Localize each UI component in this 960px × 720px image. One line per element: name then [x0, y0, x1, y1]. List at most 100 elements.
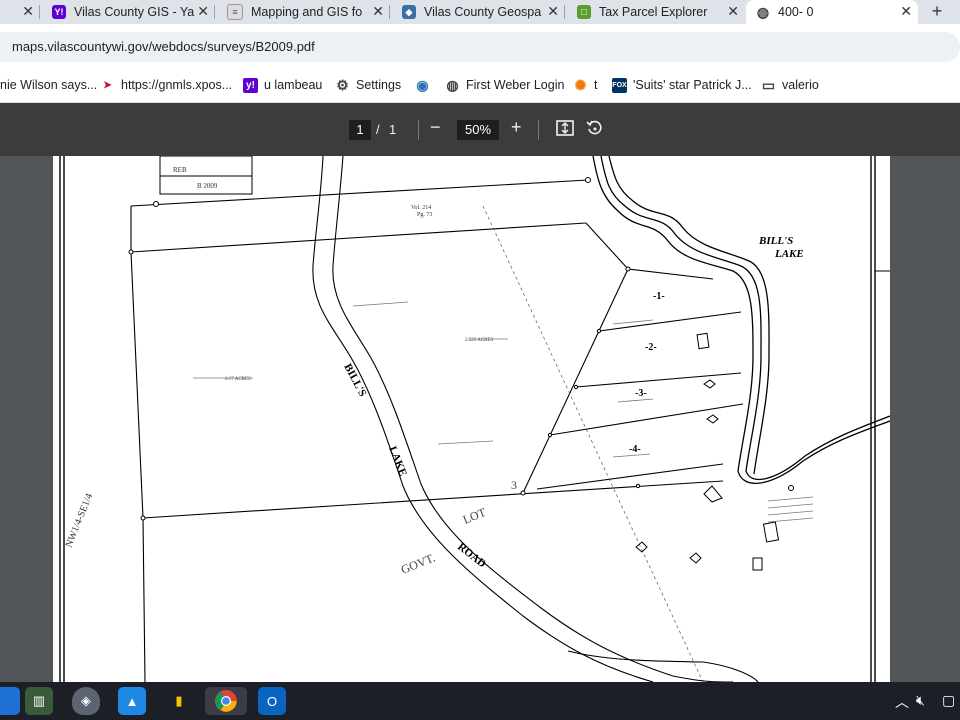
tab-label: Tax Parcel Explorer — [599, 5, 708, 19]
bookmark-label: Settings — [356, 78, 402, 92]
lot-label: LOT — [461, 505, 488, 527]
photos-icon[interactable]: ▲ — [118, 687, 146, 715]
county-seal-icon: ◆ — [402, 5, 416, 19]
fit-to-page-icon[interactable] — [556, 119, 574, 141]
yahoo-icon: Y! — [52, 5, 66, 19]
bookmark-label: First Weber Login — [466, 78, 565, 92]
bookmark-label: nie Wilson says... — [0, 78, 98, 92]
bookmark-wilson[interactable]: nie Wilson says... — [0, 75, 97, 95]
chrome-icon[interactable] — [205, 687, 247, 715]
survey-map-drawing: REB B 2009 BILL'S LAKE BILL'S LAKE ROAD … — [59, 156, 890, 682]
survey-points — [128, 177, 794, 521]
url-text[interactable]: maps.vilascountywi.gov/webdocs/surveys/B… — [12, 39, 315, 54]
pdf-page: REB B 2009 BILL'S LAKE BILL'S LAKE ROAD … — [53, 156, 890, 682]
toolbar-divider — [538, 120, 539, 140]
flag-icon: ➤ — [103, 79, 112, 91]
close-icon[interactable]: ✕ — [372, 3, 384, 20]
bookmark-label: https://gnmls.xpos... — [121, 78, 233, 92]
close-icon[interactable]: ✕ — [547, 3, 559, 20]
tab-vilas-gis[interactable]: Y! Vilas County GIS - Ya ✕ — [40, 0, 215, 24]
omnibox[interactable]: maps.vilascountywi.gov/webdocs/surveys/B… — [0, 32, 960, 62]
chevron-up-icon[interactable]: ︿ — [895, 692, 909, 712]
tax-parcel-icon: □ — [577, 5, 591, 19]
lot-4-label: -4- — [629, 444, 641, 455]
bills-lake-road — [312, 156, 759, 682]
tab-vilas-geospatial[interactable]: ◆ Vilas County Geospa ✕ — [390, 0, 565, 24]
bookmark-settings[interactable]: ⚙ Settings — [335, 75, 401, 95]
govt-label: GOVT. — [399, 551, 437, 577]
bookmark-label: t — [594, 78, 598, 92]
bookmark-valerio[interactable]: ▭ valerio — [761, 75, 819, 95]
road-label-bills: BILL'S — [341, 362, 368, 399]
lot-1-label: -1- — [653, 291, 665, 302]
lot-2-label: -2- — [645, 342, 657, 353]
shield-app-icon[interactable]: ◈ — [72, 687, 100, 715]
dimension-annotations — [193, 301, 814, 523]
lot-3-label: -3- — [635, 388, 647, 399]
close-icon[interactable]: ✕ — [727, 3, 739, 20]
globe-icon: ◍ — [446, 76, 459, 93]
bookmark-first-weber[interactable]: ◍ First Weber Login — [445, 75, 564, 95]
tray-overflow-icon[interactable]: ▢ — [942, 692, 955, 709]
tab-active-pdf[interactable]: ◍ 400- 0 ✕ — [746, 0, 918, 24]
lake-label-bills: BILL'S — [758, 235, 793, 247]
gear-icon: ⚙ — [336, 76, 349, 93]
lake-label-lake: LAKE — [774, 248, 804, 260]
windows-taskbar: ▥ ◈ ▲ ▮ O ︿ 🔇︎ ▢ — [0, 682, 960, 720]
bookmark-suits[interactable]: FOX 'Suits' star Patrick J... — [612, 75, 752, 95]
page-total: 1 — [389, 122, 397, 137]
tab-label: 400- 0 — [778, 5, 814, 19]
tab-tax-parcel-explorer[interactable]: □ Tax Parcel Explorer ✕ — [565, 0, 745, 24]
bookmark-label: valerio — [782, 78, 819, 92]
zoom-out-icon[interactable]: − — [430, 117, 441, 137]
title-block-initials: REB — [173, 166, 187, 174]
title-block-file-no: B 2009 — [197, 182, 218, 190]
sun-icon: ✺ — [574, 76, 587, 93]
close-icon[interactable]: ✕ — [22, 3, 34, 20]
tab-partial[interactable]: ✕ — [0, 0, 40, 24]
rotate-icon[interactable] — [586, 119, 604, 141]
bookmark-t[interactable]: ✺ t — [573, 75, 598, 95]
toolbar-divider — [418, 120, 419, 140]
chart-app-icon[interactable]: ▮ — [165, 687, 193, 715]
bookmarks-bar: nie Wilson says... ➤ https://gnmls.xpos.… — [0, 68, 960, 103]
yahoo-icon: y! — [243, 77, 258, 93]
road-label-road: ROAD — [455, 541, 488, 570]
nw-quarter-label: NW1/4-SE1/4 — [64, 492, 96, 549]
address-bar: maps.vilascountywi.gov/webdocs/surveys/B… — [0, 24, 960, 68]
bookmark-lambeau[interactable]: y! u lambeau — [243, 75, 322, 95]
zoom-in-icon[interactable]: + — [511, 117, 522, 137]
globe-icon: ◍ — [756, 3, 770, 20]
outlook-icon[interactable]: O — [258, 687, 286, 715]
close-icon[interactable]: ✕ — [900, 3, 912, 20]
doc-icon: ≡ — [227, 4, 243, 20]
office-building-icon[interactable]: ▥ — [25, 687, 53, 715]
speaker-muted-icon[interactable]: 🔇︎ — [916, 692, 925, 709]
road-label-lake: LAKE — [386, 445, 409, 478]
pdf-viewer[interactable]: REB B 2009 BILL'S LAKE BILL'S LAKE ROAD … — [0, 156, 960, 682]
page-ref-label: Pg. 73 — [417, 212, 432, 218]
parcel-lines — [130, 179, 744, 682]
tab-label: Vilas County Geospa — [424, 5, 542, 19]
bookmark-label: 'Suits' star Patrick J... — [633, 78, 752, 92]
lake-shoreline — [592, 156, 890, 484]
close-icon[interactable]: ✕ — [197, 3, 209, 20]
fox-news-icon: FOX — [612, 77, 627, 93]
page-separator: / — [376, 122, 380, 137]
earth-icon: ◉ — [416, 76, 429, 93]
bookmark-earth[interactable]: ◉ — [415, 75, 436, 95]
zoom-input[interactable]: 50% — [457, 120, 499, 140]
partial-app-icon[interactable] — [0, 687, 20, 715]
tab-mapping-gis[interactable]: ≡ Mapping and GIS fo ✕ — [215, 0, 390, 24]
page-border-lines — [59, 156, 876, 682]
bookmark-gnmls[interactable]: ➤ https://gnmls.xpos... — [100, 75, 232, 95]
tab-label: Vilas County GIS - Ya — [74, 5, 195, 19]
tab-strip: ✕ Y! Vilas County GIS - Ya ✕ ≡ Mapping a… — [0, 0, 960, 24]
page-number-input[interactable]: 1 — [349, 120, 371, 140]
new-tab-button[interactable]: + — [922, 0, 952, 24]
pdf-toolbar: 1 / 1 − 50% + — [0, 103, 960, 156]
tab-label: Mapping and GIS fo — [251, 5, 363, 19]
lot-number-label: 3 — [511, 478, 517, 492]
bookmark-label: u lambeau — [264, 78, 323, 92]
volume-label: Vol. 214 — [411, 205, 431, 211]
